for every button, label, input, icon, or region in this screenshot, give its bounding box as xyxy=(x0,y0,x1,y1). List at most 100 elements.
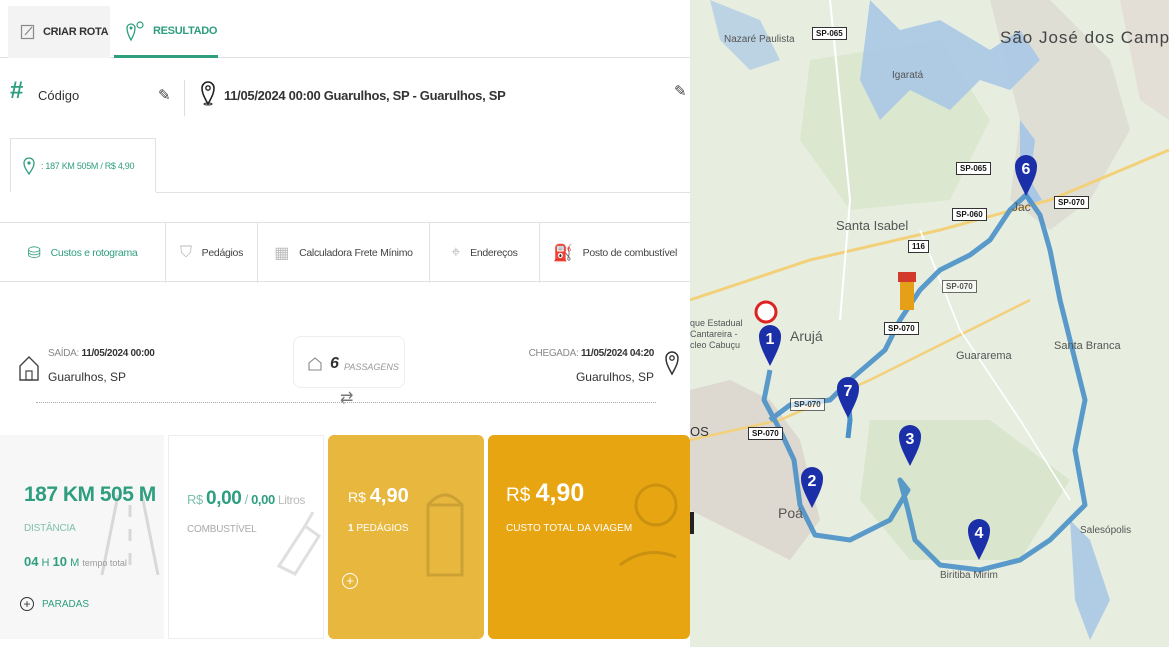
pin-icon: ⌖ xyxy=(451,244,461,261)
place-parque-cantareira: que Estadual Cantareira - cleo Cabuçu xyxy=(690,318,743,350)
departure-city: Guarulhos, SP xyxy=(48,370,127,384)
route-marker-7[interactable]: 7 xyxy=(836,370,860,420)
tab-posto-label: Posto de combustível xyxy=(582,247,678,259)
place-igarata: Igaratá xyxy=(892,70,924,81)
highway-shield: SP-070 xyxy=(748,427,783,440)
pin-icon xyxy=(23,156,35,175)
place-aruja: Arujá xyxy=(790,328,823,344)
tab-criar-rota[interactable]: CRIAR ROTA xyxy=(8,6,110,58)
route-marker-2[interactable]: 2 xyxy=(800,460,824,510)
svg-text:1: 1 xyxy=(766,331,775,348)
distance-value: 187 KM 505 M xyxy=(24,483,156,506)
calculator-icon: ▦ xyxy=(274,245,290,262)
highway-shield: SP-065 xyxy=(956,162,991,175)
route-marker-3[interactable]: 3 xyxy=(898,418,922,468)
toll-booth-icon xyxy=(426,493,464,577)
dotted-divider xyxy=(36,402,656,403)
divider xyxy=(156,192,690,193)
tab-criar-rota-label: CRIAR ROTA xyxy=(43,26,109,38)
place-sao-jose-dos-campos: São José dos Campos xyxy=(1000,28,1169,47)
paradas-label: PARADAS xyxy=(42,598,90,610)
money-icon: ⛁ xyxy=(27,245,41,262)
svg-text:2: 2 xyxy=(808,473,817,490)
passagens-label: PASSAGENS xyxy=(344,362,399,372)
tab-calculadora-label: Calculadora Frete Mínimo xyxy=(299,247,413,259)
place-santa-branca: Santa Branca xyxy=(1054,340,1121,352)
route-header: # Código ✎ 11/05/2024 00:00 Guarulhos, S… xyxy=(0,70,690,120)
tab-enderecos[interactable]: ⌖ Endereços xyxy=(430,223,540,283)
tab-resultado-label: RESULTADO xyxy=(153,24,218,37)
route-map[interactable]: Nazaré Paulista São José dos Campos Igar… xyxy=(690,0,1169,647)
total-cost-card: R$ 4,90 CUSTO TOTAL DA VIAGEM xyxy=(488,435,690,639)
place-salesopolis: Salesópolis xyxy=(1080,525,1132,536)
highway-shield: SP-070 xyxy=(884,322,919,335)
fuel-label: COMBUSTÍVEL xyxy=(187,524,257,535)
place-guarulhos-partial: OS xyxy=(690,424,709,439)
svg-text:3: 3 xyxy=(906,431,915,448)
edit-route-icon[interactable]: ✎ xyxy=(674,82,687,100)
highway-shield: SP-065 xyxy=(812,27,847,40)
distance-label: DISTÂNCIA xyxy=(24,523,76,534)
place-guararema: Guararema xyxy=(956,350,1012,362)
swap-icon[interactable]: ⇄ xyxy=(340,388,353,408)
fuel-icon: ⛽ xyxy=(552,245,573,262)
house-icon xyxy=(19,356,39,381)
add-stops-button[interactable]: + PARADAS xyxy=(20,597,89,611)
route-marker-6[interactable]: 6 xyxy=(1014,148,1038,198)
tolls-value: R$ 4,90 xyxy=(348,485,409,507)
place-santa-isabel: Santa Isabel xyxy=(836,218,909,233)
route-pin-icon xyxy=(126,20,144,41)
fuel-nozzle-icon xyxy=(276,511,322,576)
arrival-label: CHEGADA: 11/05/2024 04:20 xyxy=(528,348,655,359)
top-tab-bar: CRIAR ROTA RESULTADO xyxy=(0,6,690,58)
divider xyxy=(184,80,185,116)
tab-enderecos-label: Endereços xyxy=(470,247,518,259)
toll-icon: ⛉ xyxy=(179,244,192,261)
tab-calculadora[interactable]: ▦ Calculadora Frete Mínimo xyxy=(258,223,430,283)
passagens-count: 6 xyxy=(330,355,339,372)
fuel-card: R$ 0,00 / 0,00 Litros COMBUSTÍVEL xyxy=(168,435,324,639)
house-icon xyxy=(308,357,322,371)
trip-summary: SAÍDA: 11/05/2024 00:00 Guarulhos, SP 6 … xyxy=(0,330,690,430)
fuel-value: R$ 0,00 / 0,00 Litros xyxy=(187,488,305,509)
departure-label: SAÍDA: 11/05/2024 00:00 xyxy=(48,348,155,359)
tolls-card: R$ 4,90 1 PEDÁGIOS + xyxy=(328,435,484,639)
place-nazare-paulista: Nazaré Paulista xyxy=(724,34,795,45)
tab-resultado[interactable]: RESULTADO xyxy=(114,6,218,58)
tab-posto-combustivel[interactable]: ⛽ Posto de combustível xyxy=(540,223,690,283)
place-biritiba-mirim: Biritiba Mirim xyxy=(940,570,998,581)
edit-codigo-icon[interactable]: ✎ xyxy=(158,86,171,104)
location-pin-icon xyxy=(665,351,679,376)
plus-icon: + xyxy=(20,597,34,611)
tab-custos-rotograma[interactable]: ⛁ Custos e rotograma xyxy=(0,223,166,283)
location-pin-icon xyxy=(201,81,215,106)
route-option-label: : 187 KM 505M / R$ 4,90 xyxy=(41,160,135,171)
tab-pedagios[interactable]: ⛉ Pedágios xyxy=(166,223,258,283)
tab-custos-label: Custos e rotograma xyxy=(50,247,138,259)
svg-text:6: 6 xyxy=(1022,161,1031,178)
tab-pedagios-label: Pedágios xyxy=(201,247,244,259)
tolls-label: 1 PEDÁGIOS xyxy=(348,523,409,534)
place-jacarei: Jac xyxy=(1012,200,1031,214)
route-result-panel: CRIAR ROTA RESULTADO # Código ✎ 11/05/20… xyxy=(0,0,690,647)
highway-shield: SP-070 xyxy=(790,398,825,411)
add-toll-button[interactable]: + xyxy=(342,573,358,589)
hash-icon: # xyxy=(10,77,24,104)
distance-card: 187 KM 505 M DISTÂNCIA 04 H 10 M tempo t… xyxy=(0,435,164,639)
passagens-badge: 6 PASSAGENS xyxy=(293,336,405,388)
section-tab-bar: ⛁ Custos e rotograma ⛉ Pedágios ▦ Calcul… xyxy=(0,222,690,283)
total-value: R$ 4,90 xyxy=(506,479,585,507)
route-marker-1[interactable]: 1 xyxy=(758,318,782,368)
route-info: 11/05/2024 00:00 Guarulhos, SP - Guarulh… xyxy=(224,88,506,103)
svg-text:4: 4 xyxy=(975,525,984,542)
route-option-tab[interactable]: : 187 KM 505M / R$ 4,90 xyxy=(10,138,156,192)
highway-shield: SP-060 xyxy=(952,208,987,221)
route-marker-4[interactable]: 4 xyxy=(967,512,991,562)
map-edge-handle[interactable] xyxy=(690,512,694,534)
arrival-city: Guarulhos, SP xyxy=(575,370,654,384)
highway-shield: SP-070 xyxy=(942,280,977,293)
total-label: CUSTO TOTAL DA VIAGEM xyxy=(506,523,633,534)
codigo-label: Código xyxy=(38,88,80,103)
total-time: 04 H 10 M tempo total xyxy=(24,554,127,569)
edit-icon xyxy=(20,24,35,40)
